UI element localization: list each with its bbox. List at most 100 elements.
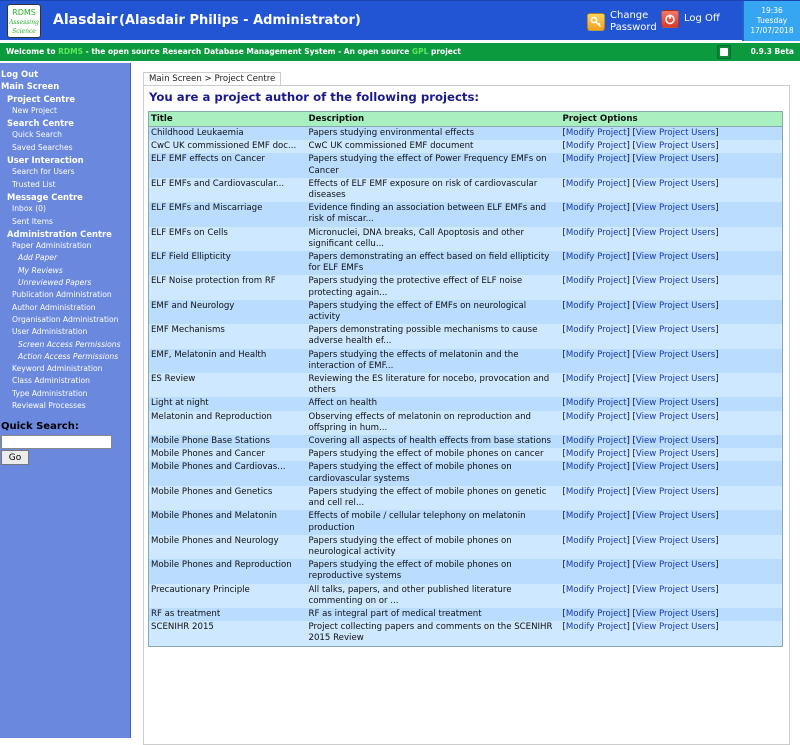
sidebar-item-quick-search[interactable]: Quick Search (0, 129, 130, 141)
modify-project-link[interactable]: Modify Project (566, 179, 627, 189)
sidebar-item-administration-centre[interactable]: Administration Centre (0, 228, 130, 240)
modify-project-link[interactable]: Modify Project (566, 412, 627, 422)
view-project-users-link[interactable]: View Project Users (636, 462, 715, 472)
table-row: ES Review Reviewing the ES literature for… (148, 373, 783, 398)
project-title: Light at night (148, 397, 307, 411)
modify-project-link[interactable]: Modify Project (566, 203, 627, 213)
sidebar-item-project-centre[interactable]: Project Centre (0, 93, 130, 105)
sidebar-item-type-administration[interactable]: Type Administration (0, 388, 130, 400)
sidebar-item-action-access-permissions[interactable]: Action Access Permissions (0, 351, 130, 363)
modify-project-link[interactable]: Modify Project (566, 487, 627, 497)
modify-project-link[interactable]: Modify Project (566, 325, 627, 335)
modify-project-link[interactable]: Modify Project (566, 449, 627, 459)
sidebar-item-sent-items[interactable]: Sent Items (0, 216, 130, 228)
sidebar-item-unreviewed-papers[interactable]: Unreviewed Papers (0, 277, 130, 289)
modify-project-link[interactable]: Modify Project (566, 141, 627, 151)
sidebar-item-new-project[interactable]: New Project (0, 105, 130, 117)
view-project-users-link[interactable]: View Project Users (636, 154, 715, 164)
modify-project-link[interactable]: Modify Project (566, 462, 627, 472)
sidebar-item-inbox-0[interactable]: Inbox (0) (0, 203, 130, 215)
view-project-users-link[interactable]: View Project Users (636, 609, 715, 619)
modify-project-link[interactable]: Modify Project (566, 560, 627, 570)
sidebar-item-screen-access-permissions[interactable]: Screen Access Permissions (0, 339, 130, 351)
view-project-users-link[interactable]: View Project Users (636, 449, 715, 459)
project-options: [Modify Project] [View Project Users] (560, 607, 783, 622)
view-project-users-link[interactable]: View Project Users (636, 374, 715, 384)
sidebar-item-reviewal-processes[interactable]: Reviewal Processes (0, 400, 130, 412)
sidebar-item-user-interaction[interactable]: User Interaction (0, 154, 130, 166)
sidebar-item-author-administration[interactable]: Author Administration (0, 302, 130, 314)
project-options: [Modify Project] [View Project Users] (560, 153, 783, 178)
project-title: SCENIHR 2015 (148, 621, 307, 647)
modify-project-link[interactable]: Modify Project (566, 609, 627, 619)
project-title: Mobile Phones and Reproduction (148, 559, 307, 584)
sidebar-item-my-reviews[interactable]: My Reviews (0, 265, 130, 277)
view-project-users-link[interactable]: View Project Users (636, 412, 715, 422)
project-title: ELF Noise protection from RF (148, 275, 307, 300)
modify-project-link[interactable]: Modify Project (566, 374, 627, 384)
sidebar-item-user-administration[interactable]: User Administration (0, 326, 130, 338)
view-project-users-link[interactable]: View Project Users (636, 228, 715, 238)
clock-day: Tuesday (756, 16, 788, 25)
view-project-users-link[interactable]: View Project Users (636, 141, 715, 151)
modify-project-link[interactable]: Modify Project (566, 511, 627, 521)
sidebar-item-search-for-users[interactable]: Search for Users (0, 166, 130, 178)
sidebar-item-search-centre[interactable]: Search Centre (0, 117, 130, 129)
screen-info-icon[interactable] (717, 45, 731, 59)
sidebar-item-log-out[interactable]: Log Out (0, 68, 130, 80)
modify-project-link[interactable]: Modify Project (566, 350, 627, 360)
view-project-users-link[interactable]: View Project Users (636, 203, 715, 213)
view-project-users-link[interactable]: View Project Users (636, 252, 715, 262)
sidebar-item-paper-administration[interactable]: Paper Administration (0, 240, 130, 252)
sidebar-item-saved-searches[interactable]: Saved Searches (0, 142, 130, 154)
view-project-users-link[interactable]: View Project Users (636, 301, 715, 311)
sidebar-item-class-administration[interactable]: Class Administration (0, 375, 130, 387)
modify-project-link[interactable]: Modify Project (566, 536, 627, 546)
change-password-button[interactable]: Change Password (587, 10, 657, 34)
project-description: Papers studying the protective effect of… (306, 275, 561, 300)
view-project-users-link[interactable]: View Project Users (636, 128, 715, 138)
bracket: ] (715, 227, 719, 238)
project-options: [Modify Project] [View Project Users] (560, 373, 783, 398)
sidebar-item-main-screen[interactable]: Main Screen (0, 80, 130, 92)
sidebar-item-publication-administration[interactable]: Publication Administration (0, 289, 130, 301)
view-project-users-link[interactable]: View Project Users (636, 536, 715, 546)
view-project-users-link[interactable]: View Project Users (636, 276, 715, 286)
view-project-users-link[interactable]: View Project Users (636, 560, 715, 570)
project-options: [Modify Project] [View Project Users] (560, 202, 783, 227)
log-off-button[interactable]: Log Off (661, 10, 720, 28)
sidebar-item-trusted-list[interactable]: Trusted List (0, 179, 130, 191)
sidebar-item-organisation-administration[interactable]: Organisation Administration (0, 314, 130, 326)
sidebar-item-keyword-administration[interactable]: Keyword Administration (0, 363, 130, 375)
modify-project-link[interactable]: Modify Project (566, 276, 627, 286)
quick-search-input[interactable] (1, 435, 112, 449)
view-project-users-link[interactable]: View Project Users (636, 487, 715, 497)
view-project-users-link[interactable]: View Project Users (636, 511, 715, 521)
modify-project-link[interactable]: Modify Project (566, 585, 627, 595)
modify-project-link[interactable]: Modify Project (566, 252, 627, 262)
rdms-logo[interactable]: RDMS Assessing Science (7, 4, 41, 38)
sidebar-item-add-paper[interactable]: Add Paper (0, 252, 130, 264)
gpl-highlight: GPL (411, 47, 429, 56)
modify-project-link[interactable]: Modify Project (566, 154, 627, 164)
project-options: [Modify Project] [View Project Users] (560, 397, 783, 411)
modify-project-link[interactable]: Modify Project (566, 398, 627, 408)
view-project-users-link[interactable]: View Project Users (636, 585, 715, 595)
project-options: [Modify Project] [View Project Users] (560, 485, 783, 511)
quick-search-go-button[interactable]: Go (1, 450, 29, 465)
view-project-users-link[interactable]: View Project Users (636, 398, 715, 408)
view-project-users-link[interactable]: View Project Users (636, 350, 715, 360)
view-project-users-link[interactable]: View Project Users (636, 622, 715, 632)
modify-project-link[interactable]: Modify Project (566, 228, 627, 238)
log-off-label: Log Off (684, 13, 720, 24)
bracket: ] [ (626, 374, 636, 385)
modify-project-link[interactable]: Modify Project (566, 128, 627, 138)
view-project-users-link[interactable]: View Project Users (636, 436, 715, 446)
modify-project-link[interactable]: Modify Project (566, 301, 627, 311)
view-project-users-link[interactable]: View Project Users (636, 179, 715, 189)
modify-project-link[interactable]: Modify Project (566, 622, 627, 632)
sidebar-item-message-centre[interactable]: Message Centre (0, 191, 130, 203)
view-project-users-link[interactable]: View Project Users (636, 325, 715, 335)
modify-project-link[interactable]: Modify Project (566, 436, 627, 446)
bracket: ] (715, 374, 719, 385)
